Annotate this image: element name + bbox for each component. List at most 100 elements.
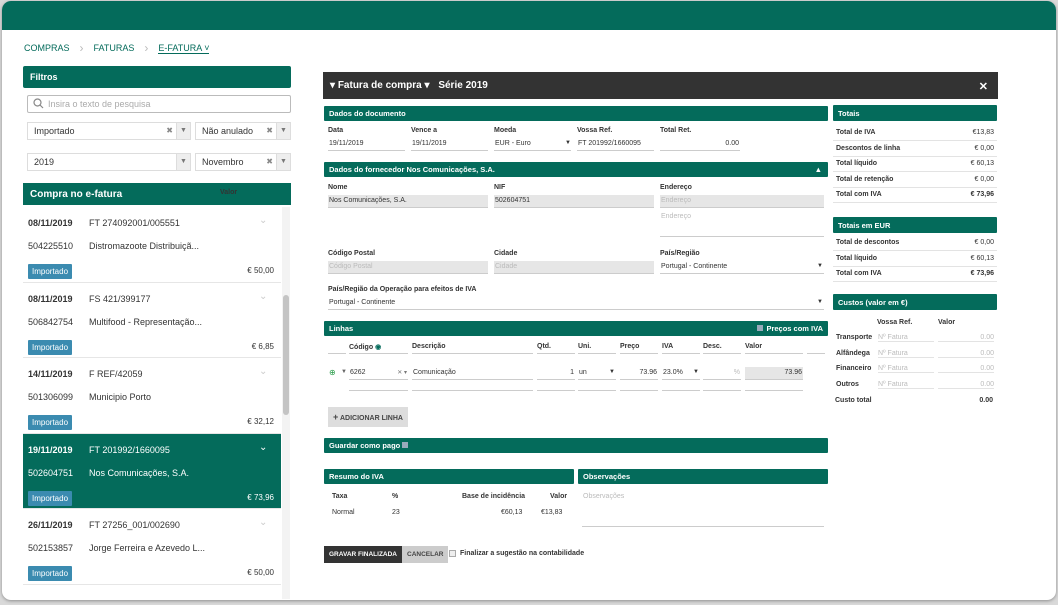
filter-month-select[interactable]: Novembro ✖ ▼ bbox=[195, 153, 291, 171]
prices-with-vat-toggle[interactable]: Preços com IVA bbox=[757, 324, 823, 333]
row-underline bbox=[620, 390, 658, 391]
name-field[interactable]: Nos Comunicações, S.A. bbox=[328, 195, 488, 208]
totals-value: € 0,00 bbox=[974, 144, 994, 152]
filter-year-select[interactable]: 2019 ▼ bbox=[27, 153, 191, 171]
due-field[interactable]: 19/11/2019 bbox=[411, 138, 488, 151]
finalize-checkbox[interactable] bbox=[449, 550, 456, 557]
item-nif: 501306099 bbox=[28, 392, 74, 402]
cost-value-field[interactable]: 0.00 bbox=[938, 334, 994, 342]
totals-row: Total de retenção € 0,00 bbox=[833, 174, 997, 188]
clear-icon[interactable]: ✖ bbox=[266, 126, 273, 135]
cost-row: Transporte Nº Fatura 0.00 bbox=[833, 331, 997, 345]
list-item[interactable]: 08/11/2019 FS 421/399177 ⌄ 506842754 Mul… bbox=[23, 283, 281, 358]
vat-col-base: Base de incidência bbox=[462, 493, 526, 500]
item-number: FT 27256_001/002690 bbox=[89, 520, 180, 530]
collapse-icon[interactable]: ▲ bbox=[815, 165, 822, 174]
scrollbar-thumb[interactable] bbox=[283, 295, 289, 415]
cost-label: Outros bbox=[836, 380, 859, 388]
header-underline bbox=[578, 353, 616, 354]
chevron-down-icon[interactable]: ⌄ bbox=[259, 215, 267, 226]
line-qty-field[interactable]: 1 bbox=[537, 367, 575, 380]
col-vat: IVA bbox=[662, 343, 674, 350]
cost-invoice-field[interactable]: Nº Fatura bbox=[878, 350, 934, 358]
cost-value-field[interactable]: 0.00 bbox=[938, 365, 994, 373]
save-final-button[interactable]: GRAVAR FINALIZADA bbox=[324, 546, 403, 563]
postal-field[interactable]: Código Postal bbox=[328, 261, 488, 274]
filter-cancel-select[interactable]: Não anulado ✖ ▼ bbox=[195, 122, 291, 140]
list-item[interactable]: 08/11/2019 FT 274092001/005551 ⌄ 5042255… bbox=[23, 207, 281, 283]
breadcrumb-compras[interactable]: COMPRAS bbox=[24, 43, 70, 53]
totals-row: Total de descontos € 0,00 bbox=[833, 237, 997, 251]
city-field[interactable]: Cidade bbox=[494, 261, 654, 274]
add-line-button[interactable]: + ADICIONAR LINHA bbox=[328, 407, 408, 427]
dropdown-icon[interactable]: ▼ bbox=[341, 369, 347, 375]
currency-select[interactable]: EUR - Euro ▼ bbox=[494, 138, 571, 151]
line-unit-select[interactable]: un ▼ bbox=[578, 367, 616, 380]
cost-invoice-field[interactable]: Nº Fatura bbox=[878, 381, 934, 389]
line-code-field[interactable]: 6262 ✕ ▾ bbox=[349, 367, 408, 380]
date-field[interactable]: 19/11/2019 bbox=[328, 138, 405, 151]
cost-value-field[interactable]: 0.00 bbox=[938, 350, 994, 358]
notes-field[interactable]: Observações bbox=[582, 491, 824, 527]
close-icon[interactable]: ✕ bbox=[979, 80, 988, 93]
list-item[interactable]: 14/11/2019 F REF/42059 ⌄ 501306099 Munic… bbox=[23, 358, 281, 434]
address-field-2[interactable]: Endereço bbox=[660, 211, 824, 237]
doc-type-dropdown[interactable]: ▾ Fatura de compra ▾ bbox=[330, 80, 430, 91]
header-underline bbox=[807, 353, 825, 354]
totals-value: € 0,00 bbox=[974, 239, 994, 246]
dropdown-icon[interactable]: ▼ bbox=[276, 123, 290, 139]
totals-row: Total líquido € 60,13 bbox=[833, 253, 997, 267]
add-line-label: ADICIONAR LINHA bbox=[339, 415, 403, 422]
chevron-down-icon[interactable]: ⌄ bbox=[259, 366, 267, 377]
col-desc: Descrição bbox=[412, 343, 446, 350]
add-line-icon[interactable]: ⊕ bbox=[329, 368, 336, 377]
list-item[interactable]: 26/11/2019 FT 27256_001/002690 ⌄ 5021538… bbox=[23, 509, 281, 585]
address-field-1[interactable]: Endereço bbox=[660, 195, 824, 208]
filter-state-select[interactable]: Importado ✖ ▼ bbox=[27, 122, 191, 140]
cancel-button[interactable]: CANCELAR bbox=[402, 546, 449, 563]
header-underline bbox=[745, 353, 803, 354]
dropdown-icon[interactable]: ▼ bbox=[176, 154, 190, 170]
row-underline bbox=[537, 390, 575, 391]
totals-row: Total de IVA €13,83 bbox=[833, 127, 997, 141]
prices-with-vat-label: Preços com IVA bbox=[766, 324, 823, 333]
breadcrumb: COMPRAS › FATURAS › E-FATURA ˅ bbox=[24, 41, 219, 55]
ref-field[interactable]: FT 201992/1660095 bbox=[577, 138, 654, 151]
save-paid-header[interactable]: Guardar como pago bbox=[324, 438, 828, 453]
totals-label: Total de IVA bbox=[836, 129, 876, 136]
list-scrollbar[interactable] bbox=[282, 207, 290, 599]
item-number: F REF/42059 bbox=[89, 369, 143, 379]
ret-field[interactable]: 0.00 bbox=[660, 138, 740, 151]
chevron-down-icon[interactable]: ⌄ bbox=[259, 442, 267, 453]
dropdown-icon[interactable]: ▼ bbox=[276, 154, 290, 170]
line-discount-field[interactable]: % bbox=[703, 367, 741, 380]
add-circle-icon[interactable]: ◉ bbox=[375, 344, 381, 351]
line-desc-field[interactable]: Comunicação bbox=[412, 367, 533, 380]
col-price: Preço bbox=[620, 343, 640, 350]
costs-total-value: 0.00 bbox=[979, 397, 993, 404]
list-item-selected[interactable]: 19/11/2019 FT 201992/1660095 ⌄ 502604751… bbox=[23, 433, 281, 509]
clear-icon[interactable]: ✖ bbox=[266, 157, 273, 166]
line-vat-select[interactable]: 23.0% ▼ bbox=[662, 367, 700, 380]
nif-field[interactable]: 502604751 bbox=[494, 195, 654, 208]
op-country-select[interactable]: Portugal - Continente ▼ bbox=[328, 297, 824, 310]
cost-invoice-field[interactable]: Nº Fatura bbox=[878, 334, 934, 342]
breadcrumb-faturas[interactable]: FATURAS bbox=[94, 43, 135, 53]
chevron-down-icon[interactable]: ⌄ bbox=[259, 517, 267, 528]
dropdown-icon[interactable]: ▼ bbox=[176, 123, 190, 139]
row-underline bbox=[412, 390, 533, 391]
cost-invoice-field[interactable]: Nº Fatura bbox=[878, 365, 934, 373]
checkbox-icon[interactable] bbox=[402, 442, 409, 448]
line-price-field[interactable]: 73.96 bbox=[620, 367, 658, 380]
country-select[interactable]: Portugal - Continente ▼ bbox=[660, 261, 824, 274]
clear-icon[interactable]: ✖ bbox=[166, 126, 173, 135]
filter-month-value: Novembro bbox=[202, 157, 244, 167]
chevron-down-icon[interactable]: ⌄ bbox=[259, 291, 267, 302]
doc-series[interactable]: Série 2019 bbox=[438, 80, 488, 91]
totals-row: Total com IVA € 73,96 bbox=[833, 268, 997, 282]
search-input[interactable]: Insira o texto de pesquisa bbox=[27, 95, 291, 113]
breadcrumb-efatura[interactable]: E-FATURA ˅ bbox=[158, 43, 210, 54]
cost-value-field[interactable]: 0.00 bbox=[938, 381, 994, 389]
clear-icon[interactable]: ✕ ▾ bbox=[397, 369, 407, 376]
totals-label: Total líquido bbox=[836, 254, 878, 262]
